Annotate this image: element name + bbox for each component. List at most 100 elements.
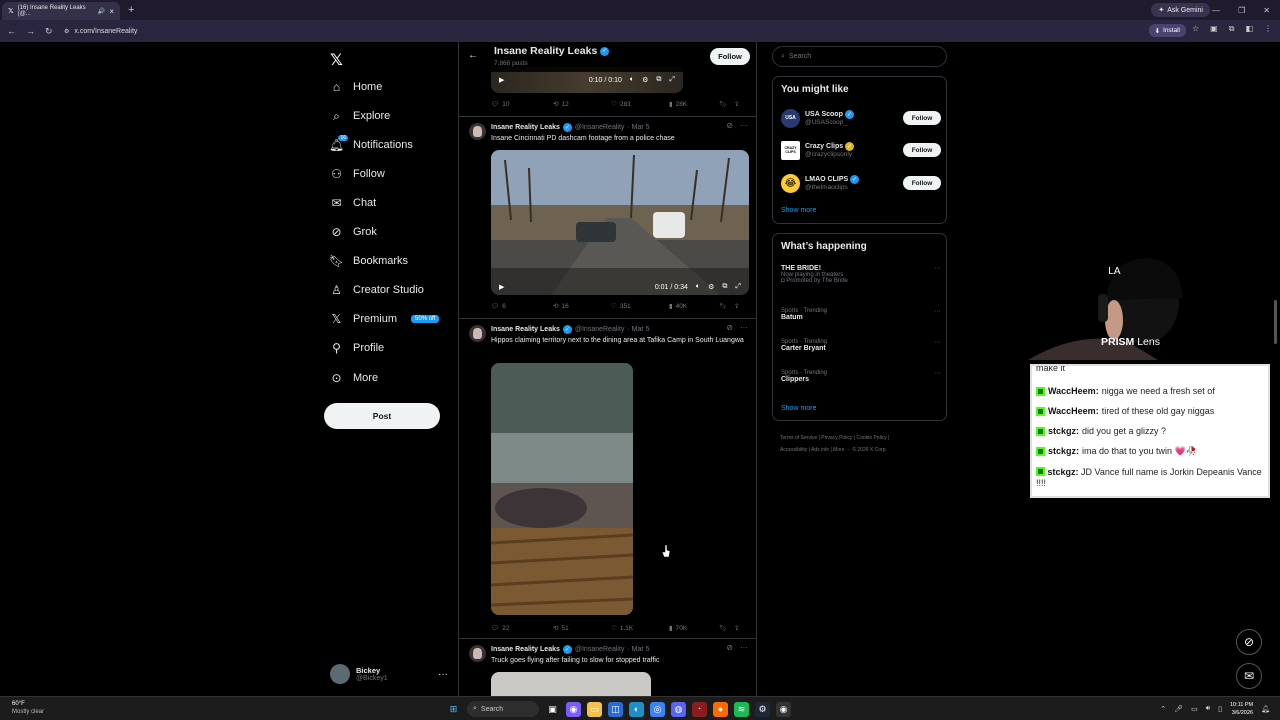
like-button[interactable]: ♡ 283 [611, 100, 669, 109]
trend-item[interactable]: THE BRIDE! Now playing in theaters ◘ Pro… [781, 265, 941, 284]
steam-icon[interactable]: ⚙ [755, 701, 770, 717]
footer-line[interactable]: Terms of Service | Privacy Policy | Cook… [780, 432, 945, 444]
pip-icon[interactable]: ⧉ [722, 283, 727, 291]
tweet-date[interactable]: · Mar 5 [627, 124, 649, 131]
more-dots-icon[interactable]: ··· [740, 323, 748, 332]
ask-gemini-button[interactable]: ✦ Ask Gemini [1151, 3, 1210, 17]
reply-button[interactable]: 💬︎ 22 [491, 624, 553, 633]
back-icon[interactable]: ← [7, 26, 16, 37]
reply-button[interactable]: 💬︎ 10 [491, 100, 553, 109]
avatar[interactable] [469, 325, 486, 342]
browser-tab[interactable]: 𝕏 (16) Insane Reality Leaks (@... 🔊 × [2, 2, 120, 20]
post-button[interactable]: Post [324, 403, 440, 429]
share-icon[interactable]: ⇪ [734, 100, 739, 108]
views-button[interactable]: ▮ 40K [669, 302, 719, 311]
more-dots-icon[interactable]: ··· [740, 121, 748, 130]
play-icon[interactable]: ▶ [499, 76, 504, 84]
chrome-icon[interactable]: ◎ [650, 701, 665, 717]
author-handle[interactable]: @InsaneReality [575, 646, 625, 653]
views-button[interactable]: ▮ 28K [669, 100, 719, 109]
search-input[interactable]: ⌕ Search [772, 46, 947, 67]
url-field[interactable]: ⚙ x.com/InsaneReality [64, 28, 137, 35]
reply-button[interactable]: 💬︎ 6 [491, 302, 553, 311]
task-view-icon[interactable]: ▣ [545, 702, 560, 717]
extensions-icon[interactable]: ⧉ [1229, 24, 1235, 34]
account-switcher[interactable]: Bickey @Bickey1 ··· [330, 662, 448, 686]
mic-icon[interactable]: 🎤︎ [1174, 705, 1183, 713]
notification-bell-icon[interactable]: 🔔︎ [1261, 705, 1270, 713]
grok-icon[interactable]: ⊘ [726, 323, 733, 332]
nav-bookmarks[interactable]: 🔖︎ Bookmarks [329, 250, 408, 272]
more-dots-icon[interactable]: ··· [740, 643, 748, 652]
repost-button[interactable]: ⟲ 12 [553, 100, 611, 109]
author-name[interactable]: Insane Reality Leaks [491, 326, 560, 333]
repost-button[interactable]: ⟲ 51 [553, 624, 611, 633]
volume-icon[interactable]: 🔊︎ [1206, 705, 1210, 713]
store-icon[interactable]: ◫ [608, 701, 623, 717]
volume-icon[interactable]: 🔈︎ [630, 76, 634, 84]
nav-notifications[interactable]: 🔔︎ 16 Notifications [329, 134, 413, 156]
more-dots-icon[interactable]: ··· [934, 265, 941, 272]
video-player[interactable] [491, 672, 651, 696]
fullscreen-icon[interactable]: ⤢ [669, 76, 675, 84]
profile-switch-icon[interactable]: ◧ [1245, 24, 1253, 34]
like-button[interactable]: ♡ 1.1K [611, 624, 669, 633]
suggestion-item[interactable]: USA USA Scoop ✓ @USAScoop_ Follow [781, 107, 941, 129]
grok-floating-button[interactable]: ⊘ [1236, 629, 1262, 655]
nav-creator-studio[interactable]: ♙ Creator Studio [330, 279, 424, 301]
bookmark-icon[interactable]: 🔖︎ [719, 302, 734, 310]
show-more-link[interactable]: Show more [781, 405, 816, 412]
nav-explore[interactable]: ⌕ Explore [330, 105, 390, 127]
share-icon[interactable]: ⇪ [734, 302, 739, 310]
share-icon[interactable]: ⇪ [734, 624, 739, 632]
grok-icon[interactable]: ⊘ [726, 121, 733, 130]
maximize-icon[interactable]: ❐ [1238, 6, 1245, 15]
close-window-icon[interactable]: ✕ [1263, 6, 1270, 15]
nav-grok[interactable]: ⊘ Grok [330, 221, 376, 243]
fullscreen-icon[interactable]: ⤢ [735, 283, 741, 291]
speaker-icon[interactable]: 🔊 [98, 8, 105, 15]
suggestion-item[interactable]: 😂 LMAO CLIPS ✓ @thelmaoclips Follow [781, 172, 941, 194]
settings-icon[interactable]: ⚙ [708, 283, 714, 291]
views-button[interactable]: ▮ 70K [669, 624, 719, 633]
x-logo-icon[interactable]: 𝕏 [330, 50, 343, 70]
more-dots-icon[interactable]: ··· [934, 339, 941, 346]
tweet[interactable]: Insane Reality Leaks ✓ @InsaneReality · … [459, 638, 756, 696]
trend-item[interactable]: Sports · Trending Carter Bryant ··· [781, 339, 941, 352]
trend-item[interactable]: Sports · Trending Batum ··· [781, 308, 941, 321]
settings-icon[interactable]: ⚙ [642, 76, 648, 84]
taskbar-clock[interactable]: 10:11 PM 3/6/2026 [1230, 701, 1253, 717]
video-player[interactable]: ▶ 0:01 / 0:34 🔈︎ ⚙ ⧉ ⤢ [491, 150, 749, 295]
nav-chat[interactable]: ✉ Chat [330, 192, 376, 214]
tweet[interactable]: Insane Reality Leaks ✓ @InsaneReality · … [459, 116, 756, 317]
author-name[interactable]: Insane Reality Leaks [491, 646, 560, 653]
install-button[interactable]: ⬇ Install [1148, 24, 1186, 37]
tweet[interactable]: Insane Reality Leaks ✓ @InsaneReality · … [459, 318, 756, 637]
tweet-date[interactable]: · Mar 5 [627, 646, 649, 653]
more-dots-icon[interactable]: ··· [934, 308, 941, 315]
footer-line[interactable]: Accessibility | Ads info | More ··· © 20… [780, 444, 945, 456]
play-icon[interactable]: ▶ [499, 283, 504, 291]
forward-icon[interactable]: → [26, 26, 35, 37]
more-dots-icon[interactable]: ··· [438, 669, 448, 680]
obs-icon[interactable]: ◉ [776, 701, 791, 717]
follow-button[interactable]: Follow [903, 176, 941, 190]
avatar[interactable] [469, 123, 486, 140]
trend-item[interactable]: Sports · Trending Clippers ··· [781, 370, 941, 383]
taskbar-search[interactable]: ⌕ Search [467, 701, 539, 717]
site-info-icon[interactable]: ⚙ [64, 28, 69, 35]
page-scrollbar[interactable] [1274, 300, 1277, 344]
minimize-icon[interactable]: — [1212, 6, 1220, 15]
volume-icon[interactable]: 🔈︎ [696, 283, 700, 291]
follow-button[interactable]: Follow [903, 143, 941, 157]
windows-start-icon[interactable]: ⊞ [446, 702, 461, 717]
grok-icon[interactable]: ⊘ [726, 643, 733, 652]
bookmark-icon[interactable]: 🔖︎ [719, 100, 734, 108]
discord-icon[interactable]: ◍ [671, 701, 686, 717]
nav-premium[interactable]: 𝕏 Premium 50% off [330, 308, 440, 330]
suggestion-item[interactable]: CRAZY CLIPS Crazy Clips ✓ @crazyclipsonly… [781, 139, 941, 161]
app-icon[interactable]: ▪ [692, 701, 707, 717]
brave-icon[interactable]: ● [713, 701, 728, 717]
nav-profile[interactable]: ⚲ Profile [330, 337, 384, 359]
network-icon[interactable]: ▭ [1191, 705, 1198, 713]
